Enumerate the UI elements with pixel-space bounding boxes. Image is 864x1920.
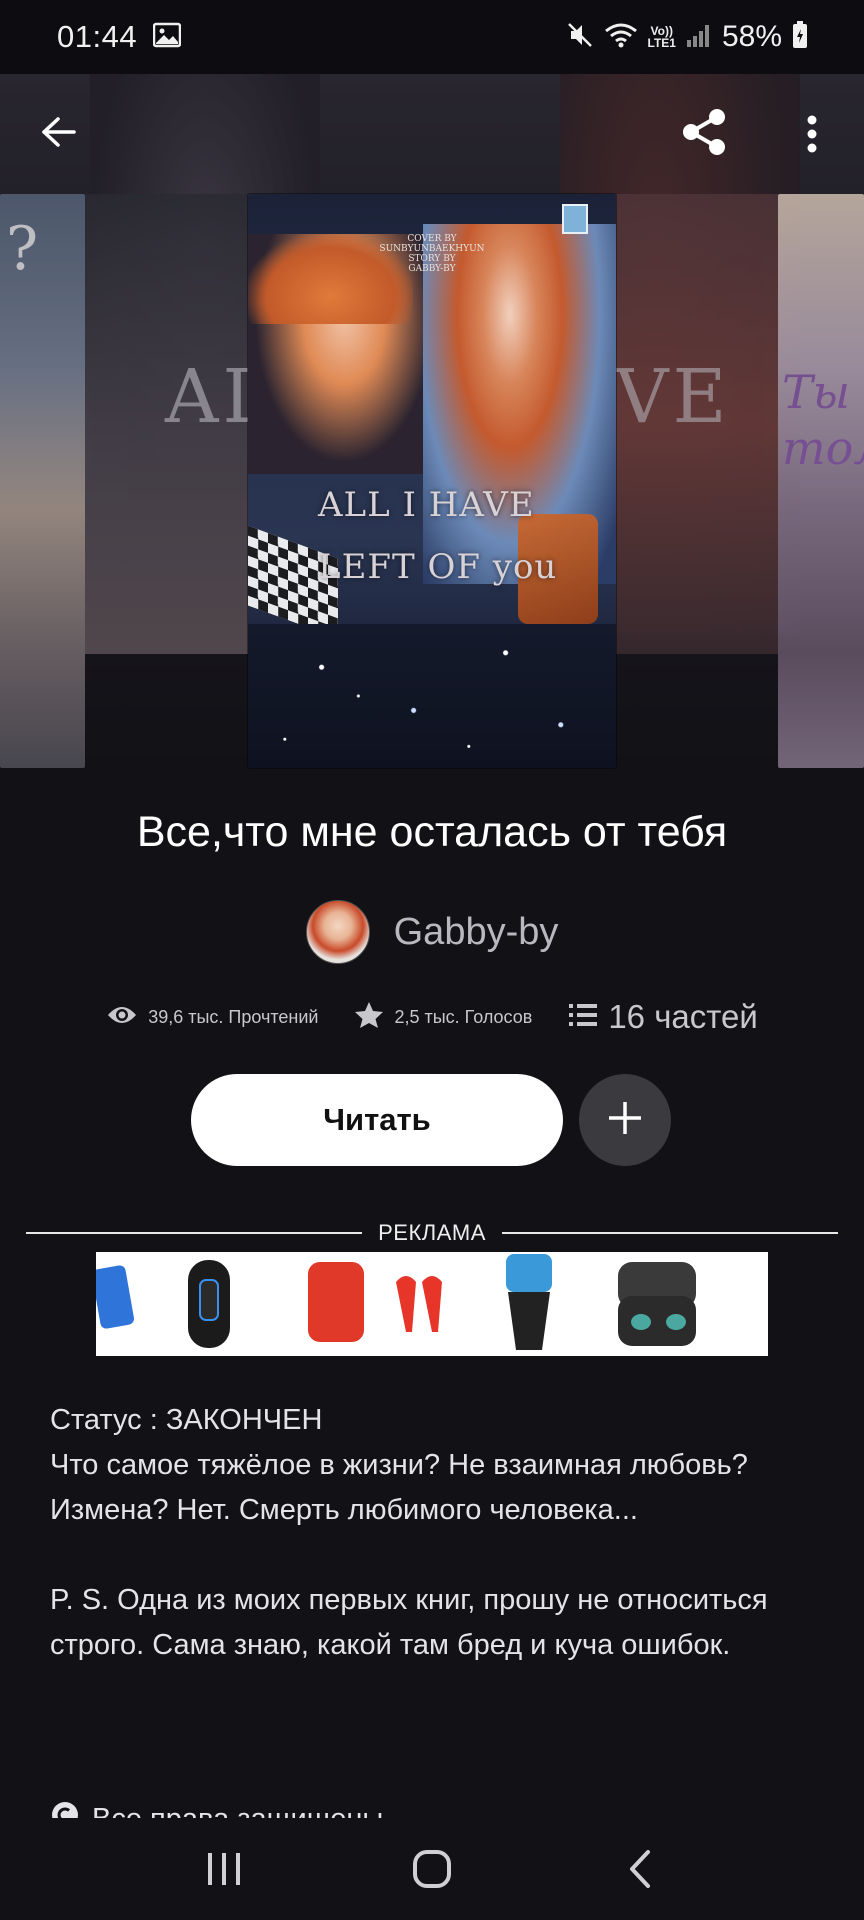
story-details-screen: 01:44 Vo)) LTE1 58% AL VE ? Ты то COVER … xyxy=(0,0,864,1920)
eye-icon xyxy=(106,1003,138,1032)
story-stats: 39,6 тыс. Прочтений 2,5 тыс. Голосов 16 … xyxy=(0,998,864,1036)
volte-bottom-text: LTE1 xyxy=(647,36,676,50)
image-notification-icon xyxy=(152,22,182,53)
story-title: Все,что мне осталась от тебя xyxy=(136,808,728,856)
cover-badge-icon xyxy=(562,204,588,234)
reads-count: 39,6 тыс. Прочтений xyxy=(148,1006,319,1027)
parts-stat[interactable]: 16 частей xyxy=(568,998,758,1036)
cover-credit-line: GABBY-BY xyxy=(408,264,456,274)
cover-previous[interactable]: ? xyxy=(0,194,85,768)
ad-banner-products xyxy=(96,1254,696,1350)
cover-next-back: VE xyxy=(615,194,778,654)
votes-count: 2,5 тыс. Голосов xyxy=(394,1006,533,1027)
cover-credit-line: COVER BY xyxy=(407,234,457,244)
status-time: 01:44 xyxy=(57,19,138,54)
cover-previous-text: ? xyxy=(6,214,39,284)
share-icon[interactable] xyxy=(672,100,736,164)
cover-title-line: LEFT OF you xyxy=(318,547,558,587)
ad-divider-right xyxy=(501,1232,838,1234)
cover-art-sparkles xyxy=(248,624,616,768)
system-navigation-bar xyxy=(0,1818,864,1920)
cover-credit-line: STORY BY xyxy=(408,254,456,264)
cover-next-text: Ты только xyxy=(782,365,864,475)
cover-title: ALL I HAVE LEFT OF you xyxy=(318,474,557,598)
cover-credits: COVER BY SUNBYUNBAEKHYUN STORY BY GABBY-… xyxy=(248,234,616,274)
cover-current[interactable]: COVER BY SUNBYUNBAEKHYUN STORY BY GABBY-… xyxy=(248,194,616,768)
arrow-left-icon[interactable] xyxy=(28,102,88,162)
cover-next-back-text: VE xyxy=(615,354,731,440)
battery-percentage: 58% xyxy=(721,20,782,53)
star-icon xyxy=(354,1001,384,1034)
top-app-bar xyxy=(0,74,864,190)
volte-indicator: Vo)) LTE1 xyxy=(648,25,676,49)
cover-title-line: ALL I HAVE xyxy=(318,485,535,525)
read-button[interactable]: Читать xyxy=(191,1074,563,1166)
back-nav-icon[interactable] xyxy=(580,1829,700,1909)
more-vertical-icon[interactable] xyxy=(790,104,834,164)
author-row[interactable]: Gabby-by xyxy=(0,900,864,964)
votes-stat: 2,5 тыс. Голосов xyxy=(354,1001,532,1034)
add-to-library-button[interactable] xyxy=(579,1074,671,1166)
description-paragraph: P. S. Одна из моих первых книг, прошу не… xyxy=(50,1584,768,1661)
recent-apps-icon[interactable] xyxy=(164,1829,284,1909)
description-status: Статус : ЗАКОНЧЕН xyxy=(50,1404,323,1436)
plus-icon xyxy=(606,1099,644,1142)
reads-stat: 39,6 тыс. Прочтений xyxy=(106,1003,318,1032)
cover-next[interactable]: Ты только xyxy=(778,194,864,768)
signal-icon xyxy=(686,22,712,53)
list-icon xyxy=(568,1002,598,1033)
ad-divider-left xyxy=(26,1232,363,1234)
story-description: Статус : ЗАКОНЧЕН Что самое тяжёлое в жи… xyxy=(50,1398,810,1668)
ad-banner[interactable] xyxy=(96,1252,768,1356)
battery-icon xyxy=(792,20,808,54)
description-paragraph: Что самое тяжёлое в жизни? Не взаимная л… xyxy=(50,1449,748,1526)
author-name[interactable]: Gabby-by xyxy=(394,911,559,954)
parts-count[interactable]: 16 частей xyxy=(608,998,757,1036)
cover-credit-line: SUNBYUNBAEKHYUN xyxy=(379,244,485,254)
cover-previous-back: AL xyxy=(85,194,272,654)
wifi-icon xyxy=(604,21,638,54)
home-icon[interactable] xyxy=(372,1829,492,1909)
mute-icon xyxy=(566,21,594,54)
ad-header: РЕКЛАМА xyxy=(26,1220,838,1246)
description-blank xyxy=(50,1533,810,1578)
ad-label: РЕКЛАМА xyxy=(378,1220,486,1245)
status-bar: 01:44 Vo)) LTE1 58% xyxy=(0,0,864,74)
author-avatar[interactable] xyxy=(305,900,370,964)
